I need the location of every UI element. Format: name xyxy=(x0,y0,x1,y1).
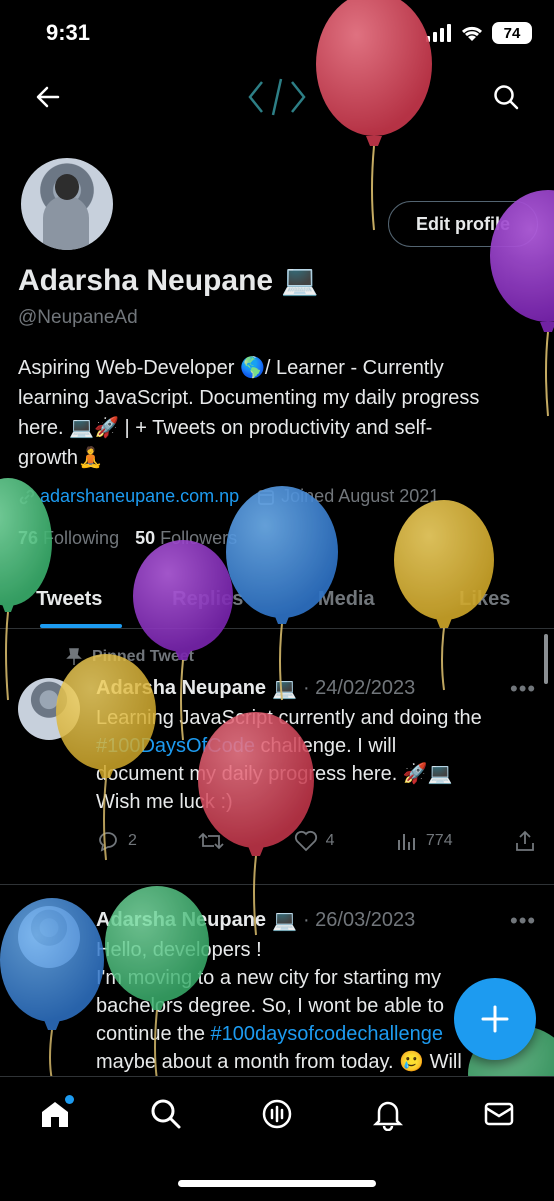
share-button[interactable] xyxy=(514,830,536,852)
laptop-emoji: 💻 xyxy=(272,908,297,933)
profile-bio: Aspiring Web-Developer 🌎/ Learner - Curr… xyxy=(18,353,538,473)
hashtag-link[interactable]: #100daysofcodechallenge xyxy=(211,1023,443,1045)
tab-media[interactable]: Media xyxy=(277,570,416,628)
bio-line: learning JavaScript. Documenting my dail… xyxy=(18,383,538,413)
followers-count: 50 xyxy=(135,528,155,548)
compose-tweet-button[interactable] xyxy=(454,978,536,1060)
like-count: 4 xyxy=(326,832,335,850)
notifications-bell-icon xyxy=(371,1097,405,1131)
tweet-line: document my daily progress here. 🚀💻 xyxy=(96,760,536,788)
hashtag-link[interactable]: #100DaysOfCode xyxy=(96,735,255,757)
scrollbar[interactable] xyxy=(544,634,548,684)
following-count: 76 xyxy=(18,528,38,548)
tweet-header: Adarsha Neupane 💻 · 26/03/2023 xyxy=(96,908,415,933)
website-link[interactable]: adarshaneupane.com.np xyxy=(40,486,239,507)
bio-line: Aspiring Web-Developer 🌎/ Learner - Curr… xyxy=(18,353,538,383)
search-icon xyxy=(149,1097,183,1131)
tweet-author[interactable]: Adarsha Neupane xyxy=(96,909,266,932)
link-icon xyxy=(18,488,36,506)
edit-profile-button[interactable]: Edit profile xyxy=(388,201,538,247)
reply-button[interactable]: 2 xyxy=(96,830,137,852)
profile-handle: @NeupaneAd xyxy=(18,307,138,329)
pinned-text: Pinned Tweet xyxy=(92,648,194,666)
tweet-avatar[interactable] xyxy=(18,678,80,740)
tweet-divider xyxy=(0,884,554,885)
tweet-date[interactable]: · 24/02/2023 xyxy=(303,677,415,700)
wifi-icon xyxy=(460,24,484,42)
view-count: 774 xyxy=(426,832,453,850)
arrow-left-icon xyxy=(36,86,60,108)
pin-icon xyxy=(66,648,82,666)
tweet-line: Learning JavaScript currently and doing … xyxy=(96,704,536,732)
heart-icon xyxy=(294,830,318,852)
bio-line: growth🧘 xyxy=(18,443,538,473)
tweet-text: Learning JavaScript currently and doing … xyxy=(96,704,536,816)
analytics-bars-icon xyxy=(396,830,418,852)
retweet-icon xyxy=(198,830,224,852)
tweet-header: Adarsha Neupane 💻 · 24/02/2023 xyxy=(96,676,415,701)
profile-name-text: Adarsha Neupane xyxy=(18,264,273,298)
cellular-signal-icon xyxy=(426,24,452,42)
status-icons: 74 xyxy=(426,22,532,44)
profile-avatar[interactable] xyxy=(18,155,116,253)
reply-count: 2 xyxy=(128,832,137,850)
following-label: Following xyxy=(43,528,119,548)
plus-icon xyxy=(480,1004,510,1034)
tab-tweets[interactable]: Tweets xyxy=(0,570,139,628)
tweet-author[interactable]: Adarsha Neupane xyxy=(96,677,266,700)
home-indicator[interactable] xyxy=(178,1180,376,1187)
search-icon xyxy=(493,84,519,110)
tweet-line: continue the xyxy=(96,1023,211,1045)
retweet-button[interactable] xyxy=(198,830,232,852)
status-time: 9:31 xyxy=(46,20,90,46)
reply-icon xyxy=(96,830,120,852)
profile-name: Adarsha Neupane 💻 xyxy=(18,263,318,298)
tab-replies[interactable]: Replies xyxy=(139,570,278,628)
share-icon xyxy=(514,830,536,852)
tweet-date[interactable]: · 26/03/2023 xyxy=(303,909,415,932)
calendar-icon xyxy=(257,488,275,506)
tweet-line: Wish me luck :) xyxy=(96,788,536,816)
spaces-icon xyxy=(260,1097,294,1131)
tweet-actions: 2 4 774 xyxy=(96,830,536,852)
laptop-emoji: 💻 xyxy=(272,676,297,701)
messages-envelope-icon xyxy=(482,1097,516,1131)
nav-spaces[interactable] xyxy=(260,1097,294,1136)
search-button[interactable] xyxy=(488,80,524,114)
notification-dot xyxy=(65,1095,74,1104)
laptop-emoji: 💻 xyxy=(281,263,318,298)
views-button[interactable]: 774 xyxy=(396,830,453,852)
tab-likes[interactable]: Likes xyxy=(416,570,554,628)
nav-search[interactable] xyxy=(149,1097,183,1136)
profile-meta: adarshaneupane.com.np Joined August 2021 xyxy=(18,486,439,507)
joined-date: Joined August 2021 xyxy=(281,486,439,507)
following-link[interactable]: 76 Following xyxy=(18,528,119,549)
follow-stats: 76 Following 50 Followers xyxy=(18,528,237,549)
more-options-icon[interactable]: ••• xyxy=(510,908,536,934)
code-brackets-icon xyxy=(246,76,308,123)
tweet-line: Hello, developers ! xyxy=(96,936,536,964)
tweet-avatar[interactable] xyxy=(18,906,80,968)
battery-indicator: 74 xyxy=(492,22,532,44)
followers-label: Followers xyxy=(160,528,237,548)
bio-line: here. 💻🚀 | + Tweets on productivity and … xyxy=(18,413,538,443)
pinned-label: Pinned Tweet xyxy=(66,648,194,666)
balloon-red xyxy=(316,0,432,230)
back-button[interactable] xyxy=(30,82,66,112)
nav-home[interactable] xyxy=(38,1097,72,1136)
followers-link[interactable]: 50 Followers xyxy=(135,528,237,549)
tweet-line: challenge. I will xyxy=(255,735,396,757)
profile-tabs: Tweets Replies Media Likes xyxy=(0,570,554,629)
nav-messages[interactable] xyxy=(482,1097,516,1136)
like-button[interactable]: 4 xyxy=(294,830,335,852)
more-options-icon[interactable]: ••• xyxy=(510,676,536,702)
nav-notifications[interactable] xyxy=(371,1097,405,1136)
